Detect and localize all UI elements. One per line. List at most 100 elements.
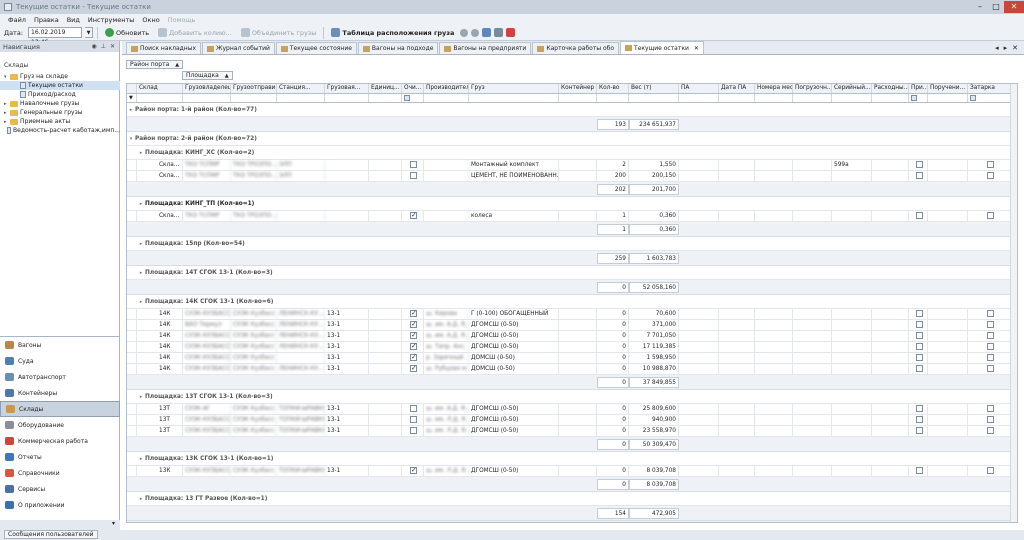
table-row[interactable]: 13ТСУЭК-КУЗБАСССУЭК КузбассТОПКИ-ЫРАВКОЕ… [127,425,1017,437]
nav-module-item[interactable]: Коммерческая работа [0,433,120,449]
table-layout-button[interactable]: Таблица расположения груза [328,26,457,39]
expand-icon[interactable]: ▸ [137,201,145,207]
column-header[interactable]: Производитель [424,84,469,93]
nav-module-item[interactable]: Отчеты [0,449,120,465]
column-filter[interactable] [909,94,928,102]
filter-row-indicator-icon[interactable]: ▼ [127,94,137,102]
column-filter[interactable] [137,94,183,102]
row-checkbox[interactable] [915,342,923,350]
column-header[interactable]: Номера мест [755,84,793,93]
column-filter[interactable] [559,94,597,102]
document-tab[interactable]: Карточка работы обо [532,42,620,54]
row-checkbox[interactable] [410,160,417,168]
nav-module-item[interactable]: Склады [0,401,120,417]
row-checkbox[interactable] [915,160,923,168]
group-row[interactable]: ▸ Площадка: КИНГ_ХС (Кол-во=2) [127,146,1017,160]
column-header[interactable]: Единиц... [369,84,402,93]
minimize-button[interactable]: – [972,1,988,13]
table-row[interactable]: 14К СУЭК-КУЗБАСС СУЭК Кузбасс ЛЕНИНСК-КУ...… [127,363,1017,375]
add-button[interactable]: Добавить колию... [155,26,235,39]
tree-item[interactable]: Ведомость-расчет каботаж,имп... [0,126,120,135]
tree-item[interactable]: Текущие остатки [0,81,120,90]
document-tab[interactable]: Вагоны на предприяти [439,42,532,54]
column-header[interactable]: Склад [137,84,183,93]
nav-module-item[interactable]: Сервисы [0,481,120,497]
column-header[interactable]: Очи... [402,84,424,93]
expand-icon[interactable]: ▸ [137,394,145,400]
row-checkbox[interactable] [986,320,994,328]
group-row[interactable]: ▸ Район порта: 1-й район (Кол-во=77) [127,103,1017,117]
column-filter[interactable] [679,94,719,102]
column-header[interactable]: Расходны... [872,84,909,93]
column-filter[interactable] [597,94,629,102]
table-row[interactable]: 14К СУЭК-КУЗБАСС СУЭК Кузбасс ЛЕНИНСК-КУ...… [127,341,1017,353]
row-checkbox[interactable] [986,171,994,179]
expand-icon[interactable]: ▸ [127,107,135,113]
table-row[interactable]: Скла... ТКО ТСПМР ТКО ТРОЗПО... ЭЛП ЦЕМЕНТ, … [127,170,1017,182]
column-header[interactable] [127,84,137,93]
row-checkbox[interactable] [410,320,417,330]
row-checkbox[interactable] [410,426,417,434]
row-checkbox[interactable] [986,331,994,339]
tab-close-icon[interactable]: ✕ [694,45,699,52]
column-header[interactable]: Грузовладелец [183,84,231,93]
menu-item[interactable]: Окно [142,16,159,24]
column-filter[interactable] [424,94,469,102]
column-header[interactable]: Контейнер [559,84,597,93]
nav-module-item[interactable]: Суда [0,353,120,369]
tree-item[interactable]: Приход/расход [0,90,120,99]
table-row[interactable]: 14К СУЭК-КУЗБАСС СУЭК Кузбасс ЛЕНИНСК-КУ...… [127,330,1017,342]
group-row[interactable]: ▾ Район порта: 2-й район (Кол-во=72) [127,132,1017,146]
date-dropdown-icon[interactable]: ▼ [85,27,94,38]
vertical-scrollbar[interactable] [1010,84,1017,522]
nav-forward-icon[interactable] [471,28,480,37]
refresh-button[interactable]: Обновить [102,26,152,39]
nav-module-item[interactable]: О приложении [0,497,120,513]
row-checkbox[interactable] [410,171,417,179]
nav-module-item[interactable]: Вагоны [0,337,120,353]
filter-checkbox-icon[interactable] [404,95,410,101]
row-checkbox[interactable] [915,364,923,372]
row-checkbox[interactable] [915,211,923,219]
row-checkbox[interactable] [410,466,417,476]
column-filter[interactable] [793,94,832,102]
nav-module-item[interactable]: Автотранспорт [0,369,120,385]
row-checkbox[interactable] [986,160,994,168]
tree-item[interactable]: ▾ Груз на складе [0,72,120,81]
row-checkbox[interactable] [410,364,417,374]
row-checkbox[interactable] [986,211,994,219]
group-row[interactable]: ▸ Площадка: 13Т СГОК 13-1 (Кол-во=3) [127,390,1017,404]
table-row[interactable]: 14К ВАО Термул СУЭК Кузбасс ЛЕНИНСК-КУ... 13… [127,319,1017,331]
view-icon[interactable]: ◉ [91,43,96,50]
export-icon[interactable] [482,28,492,37]
column-filter[interactable] [369,94,402,102]
expand-icon[interactable]: ▸ [137,150,145,156]
tab-close-icon[interactable]: ✕ [1012,44,1018,52]
expand-icon[interactable]: ▸ [137,299,145,305]
row-checkbox[interactable] [986,364,994,372]
table-row[interactable]: 14КСУЭК-КУЗБАСССУЭК Кузбасс 13-1 р. Заречн… [127,352,1017,364]
menu-item[interactable]: Файл [8,16,26,24]
filter-checkbox-icon[interactable] [970,95,976,101]
column-header[interactable]: ПА [679,84,719,93]
close-tab-icon[interactable] [506,28,516,37]
document-tab[interactable]: Журнал событий [202,42,275,54]
row-checkbox[interactable] [986,404,994,412]
expand-icon[interactable]: ▾ [127,136,135,142]
row-checkbox[interactable] [986,353,994,361]
close-panel-icon[interactable]: ✕ [110,43,115,50]
column-header[interactable]: Серийный... [832,84,872,93]
row-checkbox[interactable] [915,353,923,361]
tree-item[interactable]: ▸ Навалочные грузы [0,99,120,108]
column-filter[interactable] [325,94,369,102]
table-row[interactable]: Скла...ТКО ТСПМРТКО ТРОЗПО... колеса 10,36… [127,210,1017,222]
column-filter[interactable] [872,94,909,102]
group-row[interactable]: ▸ Площадка: 13 ГТ Развое (Кол-во=1) [127,492,1017,506]
row-checkbox[interactable] [986,309,994,317]
close-button[interactable]: ✕ [1004,1,1024,13]
expand-icon[interactable]: ▸ [137,496,145,502]
column-header[interactable]: Груз [469,84,559,93]
column-filter[interactable] [402,94,424,102]
group-box-port[interactable]: Район порта ▲ [126,60,184,69]
group-row[interactable]: ▸ Площадка: КИНГ_ТП (Кол-во=1) [127,197,1017,211]
